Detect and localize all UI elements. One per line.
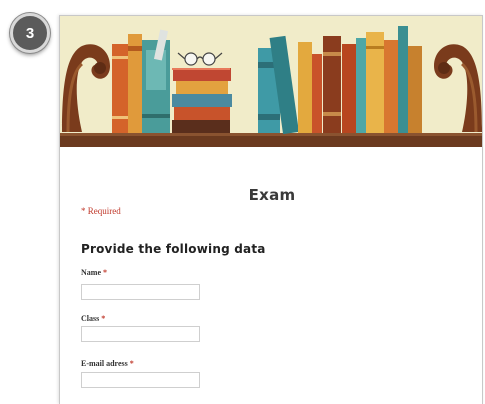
email-input[interactable] xyxy=(81,372,200,388)
bookshelf-banner-illustration xyxy=(60,16,482,147)
required-asterisk: * xyxy=(129,359,134,368)
required-note: * Required xyxy=(81,206,121,216)
class-input[interactable] xyxy=(81,326,200,342)
section-title: Provide the following data xyxy=(81,242,266,256)
name-input[interactable] xyxy=(81,284,200,300)
form-title: Exam xyxy=(248,186,296,204)
class-label: Class * xyxy=(81,314,106,323)
name-label: Name * xyxy=(81,268,107,277)
form-container: Exam * Required Provide the following da… xyxy=(59,15,483,404)
required-asterisk: * xyxy=(101,314,106,323)
email-label: E-mail adress * xyxy=(81,359,134,368)
step-number-badge: 3 xyxy=(10,13,50,53)
required-asterisk: * xyxy=(103,268,107,277)
